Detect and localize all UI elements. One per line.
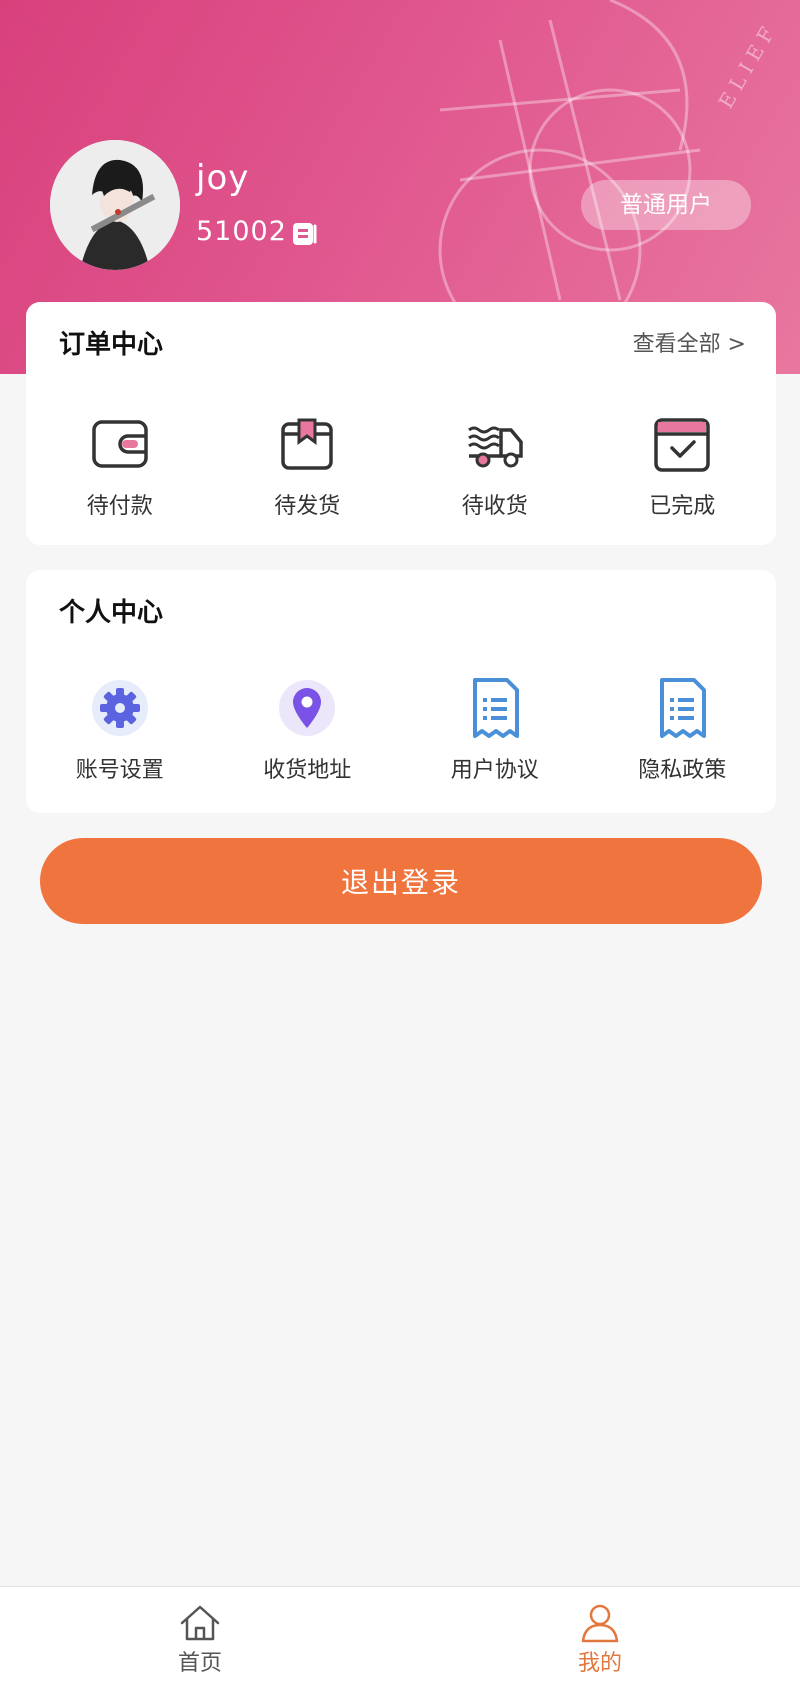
user-icon xyxy=(581,1604,619,1643)
role-badge: 普通用户 xyxy=(581,180,751,230)
personal-options-grid: 账号设置 收货地址 用户协议 隐私政策 xyxy=(26,676,776,784)
document-icon xyxy=(660,678,707,738)
avatar-image xyxy=(50,140,180,270)
location-pin-icon xyxy=(279,680,336,736)
order-pending-receipt-label: 待收货 xyxy=(461,494,528,519)
gear-icon xyxy=(91,680,148,736)
home-icon xyxy=(180,1605,220,1641)
tab-home-label: 首页 xyxy=(177,1651,222,1676)
tab-home[interactable]: 首页 xyxy=(0,1587,400,1691)
header-decoration: E L I E F xyxy=(438,0,780,320)
account-settings-label: 账号设置 xyxy=(75,758,164,783)
tab-mine[interactable]: 我的 xyxy=(400,1587,800,1691)
truck-icon xyxy=(467,426,523,468)
logout-button[interactable]: 退出登录 xyxy=(40,838,762,924)
calendar-check-icon xyxy=(654,418,710,472)
privacy-policy-label: 隐私政策 xyxy=(638,758,727,783)
order-pending-shipment[interactable]: 待发货 xyxy=(214,412,402,520)
username: joy xyxy=(196,158,250,198)
order-pending-receipt[interactable]: 待收货 xyxy=(401,412,589,520)
order-center-title: 订单中心 xyxy=(59,330,164,360)
account-settings-item[interactable]: 账号设置 xyxy=(26,676,214,784)
personal-center-title: 个人中心 xyxy=(59,598,164,628)
tab-mine-label: 我的 xyxy=(577,1651,622,1676)
copy-icon[interactable] xyxy=(290,218,320,248)
bottom-tab-bar: 首页 我的 xyxy=(0,1586,800,1691)
personal-center-card: 个人中心 账号设置 收货地址 用户协议 隐私政策 xyxy=(26,570,776,813)
avatar[interactable] xyxy=(50,140,180,270)
privacy-policy-item[interactable]: 隐私政策 xyxy=(589,676,777,784)
user-agreement-item[interactable]: 用户协议 xyxy=(401,676,589,784)
shipping-address-label: 收货地址 xyxy=(263,758,352,783)
shipping-address-item[interactable]: 收货地址 xyxy=(214,676,402,784)
order-completed-label: 已完成 xyxy=(649,494,716,519)
package-icon xyxy=(281,418,333,470)
order-center-card: 订单中心 查看全部 > 待付款 待发货 待收货 已完成 xyxy=(26,302,776,545)
order-pending-shipment-label: 待发货 xyxy=(274,494,341,519)
user-id: 51002 xyxy=(196,216,287,247)
svg-text:E L I E F: E L I E F xyxy=(714,23,780,113)
user-agreement-label: 用户协议 xyxy=(450,758,539,783)
document-icon xyxy=(472,678,519,738)
view-all-orders-link[interactable]: 查看全部 > xyxy=(633,326,746,358)
wallet-icon xyxy=(92,420,148,468)
order-status-grid: 待付款 待发货 待收货 已完成 xyxy=(26,412,776,520)
order-completed[interactable]: 已完成 xyxy=(589,412,777,520)
order-pending-payment[interactable]: 待付款 xyxy=(26,412,214,520)
order-pending-payment-label: 待付款 xyxy=(86,494,153,519)
